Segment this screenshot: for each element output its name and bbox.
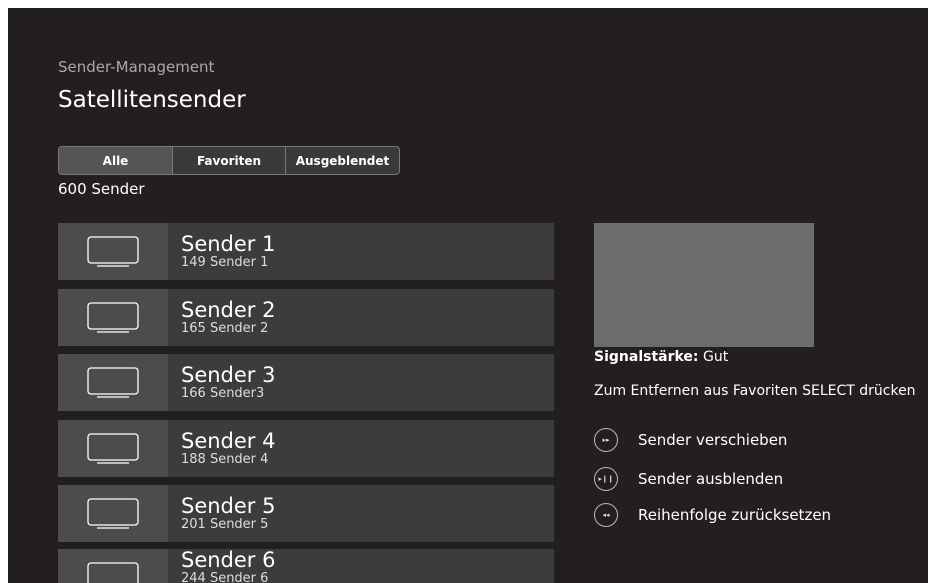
play-pause-icon: ▸❙❙	[594, 467, 618, 491]
channel-number: 166 Sender3	[181, 386, 265, 401]
breadcrumb: Sender-Management	[58, 58, 215, 76]
page-title: Satellitensender	[58, 87, 246, 113]
filter-tabs: Alle Favoriten Ausgeblendet	[58, 146, 400, 175]
action-label: Reihenfolge zurücksetzen	[638, 506, 832, 524]
channel-row[interactable]: Sender 1 149 Sender 1	[58, 223, 554, 280]
channel-row[interactable]: Sender 4 188 Sender 4	[58, 420, 554, 477]
channel-name: Sender 2	[181, 298, 276, 322]
tv-icon	[58, 549, 168, 583]
rewind-icon: ◂◂	[594, 503, 618, 527]
channel-count: 600 Sender	[58, 180, 145, 198]
channel-name: Sender 3	[181, 363, 276, 387]
tv-icon	[58, 420, 168, 477]
channel-name: Sender 6	[181, 548, 276, 572]
tv-screen: Sender-Management Satellitensender Alle …	[8, 8, 928, 583]
channel-number: 149 Sender 1	[181, 255, 269, 270]
reset-order-action[interactable]: ◂◂ Reihenfolge zurücksetzen	[594, 503, 831, 527]
hide-channel-action[interactable]: ▸❙❙ Sender ausblenden	[594, 467, 783, 491]
action-label: Sender ausblenden	[638, 470, 784, 488]
channel-row[interactable]: Sender 3 166 Sender3	[58, 354, 554, 411]
signal-strength: Signalstärke: Gut	[594, 349, 728, 365]
signal-label: Signalstärke:	[594, 349, 699, 365]
move-channel-action[interactable]: ▸▸ Sender verschieben	[594, 428, 787, 452]
channel-number: 244 Sender 6	[181, 571, 269, 583]
tv-icon	[58, 485, 168, 542]
fast-forward-icon: ▸▸	[594, 428, 618, 452]
action-label: Sender verschieben	[638, 431, 788, 449]
channel-name: Sender 1	[181, 232, 276, 256]
channel-number: 188 Sender 4	[181, 452, 269, 467]
channel-row[interactable]: Sender 5 201 Sender 5	[58, 485, 554, 542]
channel-number: 201 Sender 5	[181, 517, 269, 532]
tv-icon	[58, 289, 168, 346]
signal-value: Gut	[702, 349, 729, 365]
tab-alle[interactable]: Alle	[59, 147, 173, 174]
tab-ausgeblendet[interactable]: Ausgeblendet	[286, 147, 399, 174]
channel-name: Sender 5	[181, 494, 276, 518]
channel-number: 165 Sender 2	[181, 321, 269, 336]
channel-preview	[594, 223, 814, 347]
tv-icon	[58, 354, 168, 411]
tv-icon	[58, 223, 168, 280]
channel-row[interactable]: Sender 6 244 Sender 6	[58, 549, 554, 583]
select-hint: Zum Entfernen aus Favoriten SELECT drück…	[594, 383, 916, 399]
channel-row[interactable]: Sender 2 165 Sender 2	[58, 289, 554, 346]
channel-name: Sender 4	[181, 429, 276, 453]
tab-favoriten[interactable]: Favoriten	[173, 147, 286, 174]
